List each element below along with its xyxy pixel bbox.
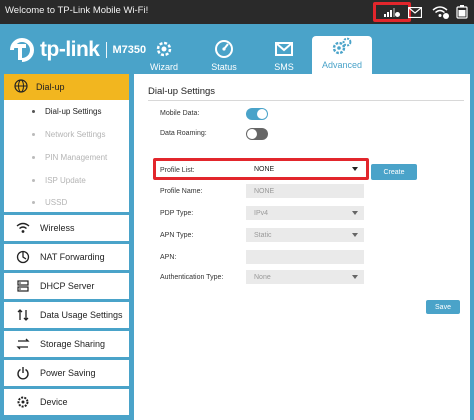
sidebar-item-wireless[interactable]: Wireless [4, 215, 129, 241]
sidebar-item-dial-up[interactable]: Dial-up [4, 74, 129, 100]
profile-name-field[interactable]: NONE [246, 184, 364, 198]
apn-type-label: APN Type: [160, 232, 194, 239]
sidebar-item-label: Wireless [40, 223, 75, 233]
sidebar-item-label: Device [40, 397, 68, 407]
apn-type-select[interactable]: Static [246, 228, 364, 242]
create-button[interactable]: Create [371, 164, 417, 180]
sidebar-item-device[interactable]: Device [4, 389, 129, 415]
profile-list-value: NONE [254, 165, 275, 173]
tab-wizard[interactable]: Wizard [136, 38, 192, 74]
sidebar-item-label: Storage Sharing [40, 339, 106, 349]
sidebar-subitem-label: PIN Management [45, 153, 108, 162]
sidebar-subitem-ussd[interactable]: USSD [4, 192, 129, 212]
bullet-dot [32, 133, 35, 136]
tab-status[interactable]: Status [196, 38, 252, 74]
profile-list-select[interactable]: NONE [246, 162, 364, 176]
sidebar-item-storage-sharing[interactable]: Storage Sharing [4, 331, 129, 357]
welcome-text: Welcome to TP-Link Mobile Wi-Fi! [5, 5, 149, 16]
sidebar-subitem-label: ISP Update [45, 176, 86, 185]
content-panel: Dial-up Settings Mobile Data: Data Roami… [134, 74, 470, 420]
tab-status-label: Status [211, 62, 237, 72]
header: tp-link M7350 Wizard Status SMS Advanced [0, 24, 474, 74]
mobile-data-toggle[interactable] [246, 108, 268, 120]
data-roaming-toggle[interactable] [246, 128, 268, 140]
power-icon [14, 366, 32, 380]
profile-name-value: NONE [254, 187, 275, 195]
sidebar-item-label: Dial-up [36, 82, 65, 92]
battery-icon [454, 4, 470, 20]
data-arrows-icon [14, 308, 32, 322]
page-title: Dial-up Settings [148, 86, 216, 97]
sidebar-subitem-label: Dial-up Settings [45, 107, 102, 116]
share-icon [14, 337, 32, 351]
profile-list-label: Profile List: [160, 167, 195, 174]
bullet-dot [32, 200, 35, 204]
sidebar-item-data-usage-settings[interactable]: Data Usage Settings [4, 302, 129, 328]
gears-icon [332, 37, 352, 55]
message-icon[interactable] [406, 4, 424, 20]
tab-sms[interactable]: SMS [256, 38, 312, 74]
sidebar-item-label: Data Usage Settings [40, 310, 123, 320]
server-icon [14, 279, 32, 293]
toggle-knob [257, 109, 267, 119]
device-gear-icon [14, 395, 32, 409]
sidebar-subitem-isp-update[interactable]: ISP Update [4, 169, 129, 192]
authentication-type-value: None [254, 273, 271, 281]
profile-name-label: Profile Name: [160, 188, 203, 195]
sidebar-subitem-dial-up-settings[interactable]: Dial-up Settings [4, 100, 129, 123]
bullet-dot [32, 179, 35, 182]
nat-icon [14, 250, 32, 264]
sidebar-item-label: DHCP Server [40, 281, 95, 291]
tp-link-logo-icon [10, 38, 34, 62]
brand-name: tp-link [40, 38, 100, 61]
pdp-type-value: IPv4 [254, 209, 269, 217]
mobile-data-label: Mobile Data: [160, 110, 200, 117]
wifi-icon [14, 222, 32, 234]
sidebar-item-power-saving[interactable]: Power Saving [4, 360, 129, 386]
tab-sms-label: SMS [274, 62, 294, 72]
sidebar-item-dhcp-server[interactable]: DHCP Server [4, 273, 129, 299]
logo-divider [105, 42, 107, 58]
apn-type-value: Static [254, 231, 272, 239]
sidebar-item-label: NAT Forwarding [40, 252, 105, 262]
tp-link-logo: tp-link M7350 [8, 36, 146, 64]
gear-wand-icon [156, 41, 172, 57]
authentication-type-select[interactable]: None [246, 270, 364, 284]
pdp-type-label: PDP Type: [160, 210, 194, 217]
apn-label: APN: [160, 254, 177, 261]
data-roaming-label: Data Roaming: [160, 130, 207, 137]
status-gauge-icon [215, 40, 233, 58]
envelope-icon [275, 42, 293, 56]
globe-icon [14, 79, 32, 95]
title-divider [148, 100, 464, 101]
top-bar: Welcome to TP-Link Mobile Wi-Fi! [0, 0, 474, 24]
sidebar-subitem-network-settings[interactable]: Network Settings [4, 123, 129, 146]
bullet-dot [32, 110, 35, 113]
wifi-icon[interactable] [430, 4, 452, 20]
toggle-knob [247, 129, 257, 139]
pdp-type-select[interactable]: IPv4 [246, 206, 364, 220]
tab-wizard-label: Wizard [149, 62, 178, 72]
save-button[interactable]: Save [426, 300, 460, 314]
sidebar-item-nat-forwarding[interactable]: NAT Forwarding [4, 244, 129, 270]
sidebar-subitem-pin-management[interactable]: PIN Management [4, 146, 129, 169]
authentication-type-label: Authentication Type: [160, 274, 224, 281]
apn-field[interactable] [246, 250, 364, 264]
sidebar-subitem-label: USSD [45, 197, 68, 207]
tab-advanced[interactable]: Advanced [312, 36, 372, 74]
sidebar-subitem-label: Network Settings [45, 130, 106, 139]
sidebar-item-label: Power Saving [40, 368, 96, 378]
bullet-dot [32, 156, 35, 159]
tab-advanced-label: Advanced [321, 60, 363, 70]
